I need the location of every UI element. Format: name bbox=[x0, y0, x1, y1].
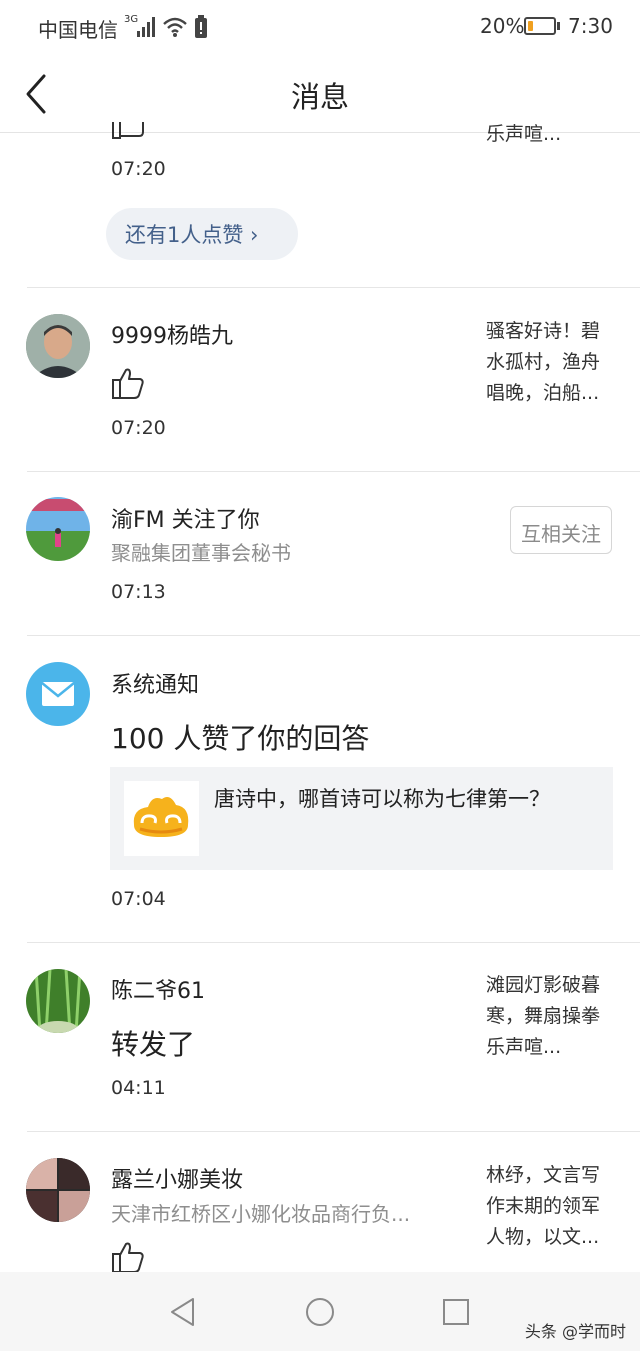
notice-headline: 100 人赞了你的回答 bbox=[111, 722, 370, 755]
question-card[interactable]: 唐诗中，哪首诗可以称为七律第一？ bbox=[110, 767, 613, 870]
divider bbox=[27, 635, 640, 636]
timestamp: 07:04 bbox=[111, 888, 166, 910]
divider bbox=[27, 471, 640, 472]
question-text: 唐诗中，哪首诗可以称为七律第一？ bbox=[214, 787, 550, 811]
user-name[interactable]: 陈二爷61 bbox=[111, 973, 205, 1005]
user-name[interactable]: 露兰小娜美妆 bbox=[111, 1162, 243, 1194]
home-circle-icon[interactable] bbox=[304, 1296, 336, 1328]
comment-snippet: 乐声喧... bbox=[486, 123, 562, 145]
divider bbox=[27, 1131, 640, 1132]
more-likes-button[interactable]: 还有1人点赞 › bbox=[106, 208, 298, 260]
battery-percent: 20% bbox=[480, 14, 525, 38]
page-title: 消息 bbox=[290, 80, 349, 114]
wifi-icon bbox=[163, 17, 187, 37]
back-triangle-icon[interactable] bbox=[168, 1296, 198, 1328]
user-title: 天津市红桥区小娜化妆品商行负... bbox=[111, 1202, 411, 1226]
thumbs-up-icon bbox=[112, 122, 144, 139]
more-likes-label: 还有1人点赞 › bbox=[125, 223, 259, 247]
battery-icon bbox=[524, 17, 556, 35]
status-bar: 中国电信 3G 20% 7:30 bbox=[0, 0, 640, 56]
follow-notice[interactable]: 渝FM 关注了你 bbox=[111, 502, 260, 534]
alert-battery-icon bbox=[195, 15, 207, 38]
timestamp: 04:11 bbox=[111, 1077, 166, 1099]
divider bbox=[27, 942, 640, 943]
user-title: 聚融集团董事会秘书 bbox=[111, 541, 291, 565]
repost-action: 转发了 bbox=[111, 1028, 196, 1061]
battery-tip bbox=[557, 22, 560, 30]
user-name[interactable]: 9999杨皓九 bbox=[111, 318, 233, 350]
follow-back-button[interactable]: 互相关注 bbox=[510, 506, 612, 554]
question-thumbnail bbox=[124, 781, 199, 856]
divider bbox=[27, 287, 640, 288]
comment-snippet: 林纾，文言写作末期的领军人物，以文... bbox=[486, 1164, 601, 1248]
carrier-label: 中国电信 bbox=[38, 18, 118, 42]
toutiao-wukong-icon bbox=[133, 797, 189, 837]
avatar[interactable] bbox=[26, 497, 90, 561]
avatar[interactable] bbox=[26, 314, 90, 378]
thumbs-up-icon[interactable] bbox=[111, 1240, 145, 1274]
avatar[interactable] bbox=[26, 1158, 90, 1222]
timestamp: 07:20 bbox=[111, 158, 166, 180]
signal-icon bbox=[137, 17, 155, 37]
mail-icon bbox=[41, 682, 75, 706]
timestamp: 07:20 bbox=[111, 417, 166, 439]
timestamp: 07:13 bbox=[111, 581, 166, 603]
system-notice-avatar bbox=[26, 662, 90, 726]
thumbs-up-icon[interactable] bbox=[111, 366, 145, 400]
follow-back-label: 互相关注 bbox=[521, 522, 601, 546]
comment-snippet: 骚客好诗！碧水孤村，渔舟唱晚，泊船... bbox=[486, 320, 601, 404]
recents-square-icon[interactable] bbox=[441, 1297, 471, 1327]
watermark: 头条 @学而时 bbox=[524, 1322, 626, 1341]
system-notice-title: 系统通知 bbox=[111, 673, 200, 698]
avatar[interactable] bbox=[26, 969, 90, 1033]
clock: 7:30 bbox=[568, 14, 613, 38]
comment-snippet: 滩园灯影破暮寒，舞扇操拳乐声喧... bbox=[486, 974, 601, 1058]
